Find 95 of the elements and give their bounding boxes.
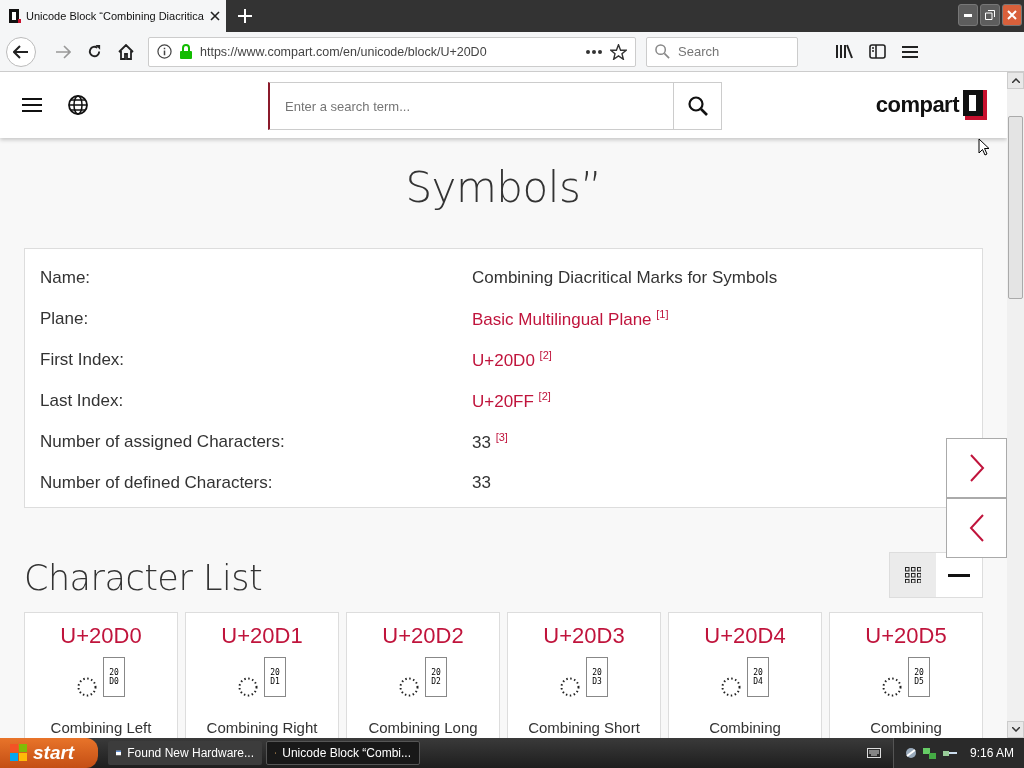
character-code: U+20D3 xyxy=(543,623,625,649)
character-name: Combining Left xyxy=(50,719,152,736)
field-label: Name: xyxy=(40,267,92,288)
close-icon[interactable] xyxy=(210,11,220,21)
chevron-right-icon xyxy=(968,454,985,482)
character-code: U+20D2 xyxy=(382,623,464,649)
character-name: Combining Right xyxy=(206,719,318,736)
back-button[interactable] xyxy=(6,36,36,67)
logo[interactable]: compart xyxy=(875,90,987,120)
tab-title: Unicode Block “Combining Diacritica xyxy=(26,10,204,22)
caret-down-icon xyxy=(1011,727,1020,732)
star-icon[interactable] xyxy=(610,43,627,60)
reload-icon[interactable] xyxy=(87,44,102,59)
dotted-circle-icon xyxy=(560,677,580,697)
minimize-icon xyxy=(964,13,972,17)
library-icon[interactable] xyxy=(836,44,853,59)
character-card[interactable]: U+20D2 20 D2 Combining Long xyxy=(346,612,500,738)
glyph-box: 20 D3 xyxy=(586,657,608,697)
glyph-box: 20 D5 xyxy=(908,657,930,697)
field-label: Last Index: xyxy=(40,390,125,411)
new-tab-icon[interactable] xyxy=(238,9,252,23)
close-button[interactable] xyxy=(1002,4,1022,26)
field-label: Plane: xyxy=(40,308,90,329)
search-icon xyxy=(655,44,670,59)
field-value: Combining Diacritical Marks for Symbols xyxy=(472,267,778,288)
taskbar-button[interactable]: Unicode Block “Combi... xyxy=(266,741,420,765)
dotted-circle-icon xyxy=(882,677,902,697)
grid-view-button[interactable] xyxy=(890,553,936,597)
tray-icon[interactable] xyxy=(903,746,918,760)
field-value: 33 xyxy=(472,472,491,493)
menu-icon[interactable] xyxy=(22,97,42,113)
network-icon[interactable] xyxy=(921,746,938,760)
info-icon[interactable] xyxy=(157,44,172,59)
forward-icon[interactable] xyxy=(55,44,71,59)
search-field[interactable]: Search xyxy=(676,43,786,60)
character-card[interactable]: U+20D1 20 D1 Combining Right xyxy=(185,612,339,738)
lock-icon xyxy=(180,44,192,59)
value-link[interactable]: Basic Multilingual Plane $^{[1]}$ xyxy=(472,307,669,330)
character-code: U+20D1 xyxy=(221,623,303,649)
dotted-circle-icon xyxy=(77,677,97,697)
menu-icon[interactable] xyxy=(902,44,918,59)
restore-icon xyxy=(985,10,995,20)
page-title: Symbols” xyxy=(405,162,602,214)
minimize-button[interactable] xyxy=(958,4,978,26)
field-value: 33 $^{[3]}$ xyxy=(472,430,508,453)
character-card[interactable]: U+20D0 20 D0 Combining Left xyxy=(24,612,178,738)
globe-icon[interactable] xyxy=(68,95,88,115)
dotted-circle-icon xyxy=(721,677,741,697)
windows-logo-icon xyxy=(10,744,28,762)
caret-up-icon xyxy=(1011,78,1020,83)
character-name: Combining xyxy=(709,719,781,736)
logo-icon xyxy=(9,9,21,23)
character-name: Combining xyxy=(870,719,942,736)
sidebar-icon[interactable] xyxy=(869,44,886,59)
more-icon[interactable] xyxy=(586,49,602,54)
dotted-circle-icon xyxy=(399,677,419,697)
character-card[interactable]: U+20D5 20 D5 Combining xyxy=(829,612,983,738)
character-code: U+20D4 xyxy=(704,623,786,649)
scroll-down-button[interactable] xyxy=(1007,721,1024,738)
close-icon xyxy=(1007,10,1017,20)
glyph-box: 20 D2 xyxy=(425,657,447,697)
field-label: Number of assigned Characters: xyxy=(40,431,286,452)
character-name: Combining Short xyxy=(528,719,640,736)
browser-tab[interactable]: Unicode Block “Combining Diacritica xyxy=(0,0,226,32)
character-code: U+20D5 xyxy=(865,623,947,649)
field-label: First Index: xyxy=(40,349,126,370)
value-link[interactable]: U+20FF $^{[2]}$ xyxy=(472,389,551,412)
home-icon[interactable] xyxy=(118,43,134,60)
address-bar[interactable]: https://www.compart.com/en/unicode/block/U+20D0 xyxy=(148,36,636,67)
chevron-left-icon xyxy=(968,514,985,542)
search-bar[interactable]: Search xyxy=(646,36,798,67)
grid-icon xyxy=(905,567,921,583)
list-icon xyxy=(948,573,970,577)
dotted-circle-icon xyxy=(238,677,258,697)
section-heading: Character List xyxy=(24,558,263,598)
value-link[interactable]: U+20D0 $^{[2]}$ xyxy=(472,348,552,371)
url-text: https://www.compart.com/en/unicode/block/U+20D0 xyxy=(200,44,488,59)
character-name: Combining Long xyxy=(368,719,478,736)
character-card[interactable]: U+20D3 20 D3 Combining Short xyxy=(507,612,661,738)
field-label: Number of defined Characters: xyxy=(40,472,274,493)
start-button[interactable]: start xyxy=(0,738,98,768)
glyph-box: 20 D0 xyxy=(103,657,125,697)
glyph-box: 20 D4 xyxy=(747,657,769,697)
scrollbar-thumb[interactable] xyxy=(1008,116,1023,299)
restore-button[interactable] xyxy=(980,4,1000,26)
search-icon xyxy=(687,96,708,116)
clock: 9:16 AM xyxy=(969,746,1014,760)
scrollbar[interactable] xyxy=(1007,72,1024,738)
character-code: U+20D0 xyxy=(60,623,142,649)
character-card[interactable]: U+20D4 20 D4 Combining xyxy=(668,612,822,738)
keyboard-icon[interactable] xyxy=(866,748,881,758)
scroll-up-button[interactable] xyxy=(1007,72,1024,89)
glyph-box: 20 D1 xyxy=(264,657,286,697)
taskbar-button[interactable]: Found New Hardware... xyxy=(108,741,262,765)
back-arrow-icon xyxy=(13,44,29,59)
